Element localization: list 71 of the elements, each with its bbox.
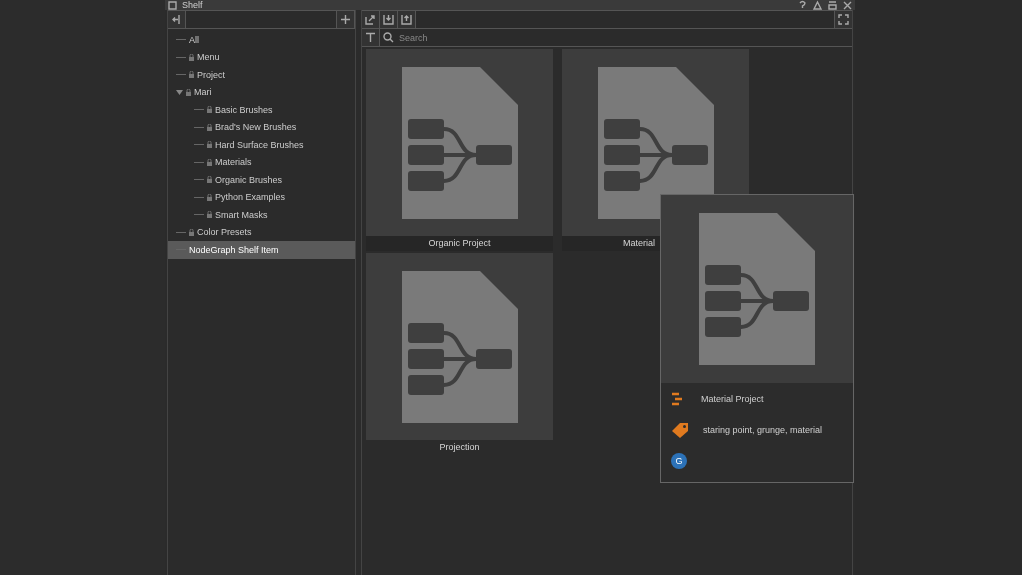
node-graph-document-icon [401, 270, 518, 423]
tree-item-label: Brad's New Brushes [215, 122, 297, 133]
tree-item[interactable]: Hard Surface Brushes [168, 136, 355, 154]
plus-icon [340, 14, 351, 25]
search-field[interactable]: Search [397, 31, 852, 44]
tree-item[interactable]: Basic Brushes [168, 101, 355, 119]
tree-item[interactable]: Project [168, 66, 355, 84]
tree-item-label: Organic Brushes [215, 174, 283, 185]
tree-item[interactable]: Smart Masks [168, 206, 355, 224]
lock-icon [207, 158, 212, 166]
lock-icon [207, 176, 212, 184]
export-button[interactable] [362, 11, 380, 28]
collapse-button[interactable] [168, 11, 186, 28]
lock-icon [207, 106, 212, 114]
export-icon [365, 14, 376, 25]
tree-item-label: Smart Masks [215, 209, 268, 220]
lock-icon [207, 193, 212, 201]
tree-item[interactable]: Python Examples [168, 188, 355, 206]
add-button[interactable] [337, 11, 355, 28]
item-label: Projection [438, 441, 481, 454]
tree-item[interactable]: Color Presets [168, 223, 355, 241]
tree-item-label: Menu [197, 52, 220, 63]
lock-icon [207, 211, 212, 219]
node-graph-document-icon [699, 213, 815, 365]
tooltip-name: Material Project [701, 393, 764, 404]
lock-icon [207, 123, 212, 131]
tree-item[interactable]: Materials [168, 153, 355, 171]
tree-item[interactable]: Menu [168, 48, 355, 66]
lock-icon [189, 228, 194, 236]
save-button[interactable] [380, 11, 398, 28]
tag-icon [671, 421, 689, 438]
fullscreen-button[interactable] [834, 11, 852, 28]
tree-item-label: Color Presets [197, 227, 252, 238]
tree-item-label: Project [197, 69, 225, 80]
download-icon [383, 14, 394, 25]
badge: G [671, 452, 687, 469]
tree-item[interactable]: NodeGraph Shelf Item [168, 241, 355, 259]
shelf-item[interactable]: Projection [366, 253, 553, 455]
lock-icon [189, 71, 194, 79]
lock-icon [189, 53, 194, 61]
shelf-icon [167, 0, 178, 11]
tree-item-label: Basic Brushes [215, 104, 273, 115]
tree-item[interactable]: Brad's New Brushes [168, 118, 355, 136]
lock-icon [186, 88, 191, 96]
tree-item[interactable]: Mari [168, 83, 355, 101]
up-arrow-icon [812, 0, 823, 11]
tree-item-label: Python Examples [215, 192, 286, 203]
tree-item-label: Materials [215, 157, 252, 168]
close-icon [842, 0, 853, 11]
filter-button[interactable] [362, 29, 380, 46]
help-icon [797, 0, 808, 11]
node-graph-document-icon [401, 66, 518, 219]
item-label: Organic Project [366, 236, 553, 251]
search-icon [383, 32, 394, 43]
filter-icon [365, 32, 376, 43]
tree-item-label: Hard Surface Brushes [215, 139, 304, 150]
tree-item-label: NodeGraph Shelf Item [189, 244, 279, 255]
shelf-item[interactable]: Organic Project [366, 49, 553, 251]
upload-button[interactable] [398, 11, 416, 28]
tree-item-label: Mari [194, 87, 212, 98]
tree-item[interactable]: All [168, 31, 355, 49]
lock-icon [207, 141, 212, 149]
tree-item-label: All [189, 34, 199, 45]
collapse-icon [171, 14, 182, 25]
window-title: Shelf [182, 0, 203, 10]
tree-item[interactable]: Organic Brushes [168, 171, 355, 189]
expand-arrow-icon[interactable] [176, 89, 183, 95]
tooltip-tags: staring point, grunge, material [703, 424, 823, 435]
minimize-icon [827, 0, 838, 11]
upload-icon [401, 14, 412, 25]
fullscreen-icon [838, 14, 849, 25]
